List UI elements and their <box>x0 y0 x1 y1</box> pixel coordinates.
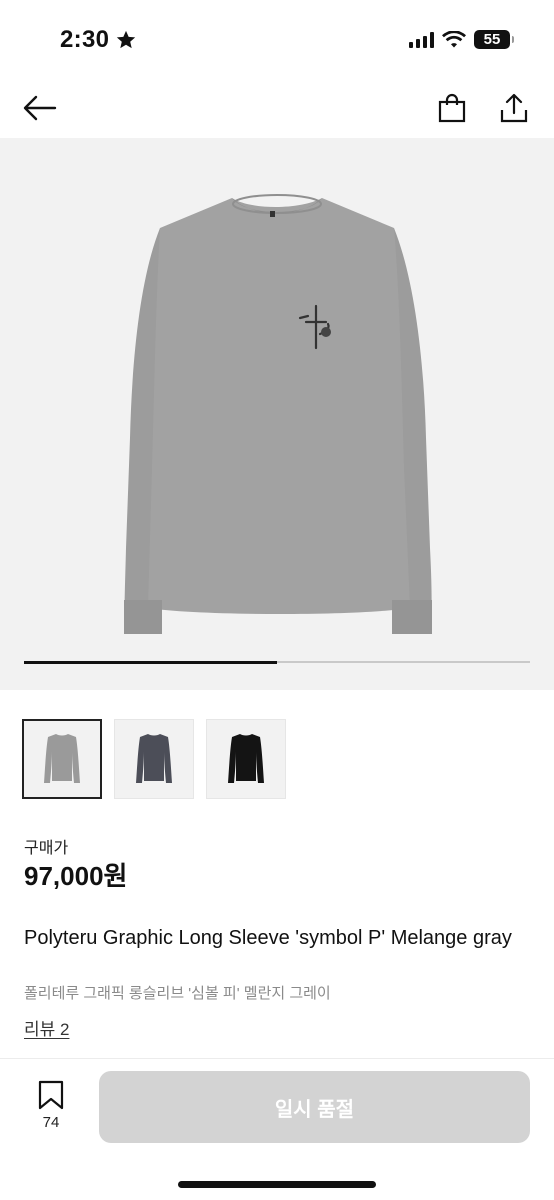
bookmark-count: 74 <box>42 1114 60 1131</box>
thumbnail-shirt-image <box>228 734 264 783</box>
price-label: 구매가 <box>24 840 69 857</box>
product-thumbnail[interactable] <box>114 719 194 799</box>
carousel-progress-track <box>24 660 530 664</box>
status-indicators: 55 <box>409 30 514 49</box>
divider <box>0 1058 554 1059</box>
share-icon <box>500 93 528 123</box>
price-value: 97,000원 <box>24 861 128 891</box>
shopping-bag-icon <box>438 93 466 123</box>
cellular-signal-icon <box>409 31 434 48</box>
sold-out-button[interactable]: 일시 품절 <box>99 1071 530 1143</box>
home-indicator <box>178 1181 376 1188</box>
product-image-carousel[interactable] <box>0 138 554 690</box>
shopping-bag-button[interactable] <box>432 88 472 128</box>
product-title-ko: 폴리테루 그래픽 롱슬리브 '심볼 피' 멜란지 그레이 <box>24 985 331 1002</box>
carousel-progress-fill <box>24 660 277 664</box>
arrow-left-icon <box>23 95 57 121</box>
wifi-icon <box>442 30 466 47</box>
thumbnail-list <box>22 719 286 799</box>
thumbnail-shirt-image <box>44 734 80 783</box>
product-title-en: Polyteru Graphic Long Sleeve 'symbol P' … <box>24 927 512 949</box>
product-image <box>124 194 432 634</box>
bookmark-button[interactable]: 74 <box>28 1080 74 1136</box>
product-thumbnail[interactable] <box>22 719 102 799</box>
status-time: 2:30 <box>60 26 137 54</box>
status-bar: 2:30 55 <box>0 0 554 80</box>
thumbnail-shirt-image <box>136 734 172 783</box>
review-link[interactable]: 리뷰 2 <box>24 1015 69 1040</box>
bookmark-icon <box>38 1080 64 1110</box>
share-button[interactable] <box>494 88 534 128</box>
product-thumbnail[interactable] <box>206 719 286 799</box>
status-time-text: 2:30 <box>60 26 110 53</box>
star-icon <box>117 30 136 49</box>
back-button[interactable] <box>20 88 60 128</box>
battery-icon: 55 <box>474 30 514 49</box>
battery-level: 55 <box>483 31 501 48</box>
nav-bar <box>0 80 554 136</box>
